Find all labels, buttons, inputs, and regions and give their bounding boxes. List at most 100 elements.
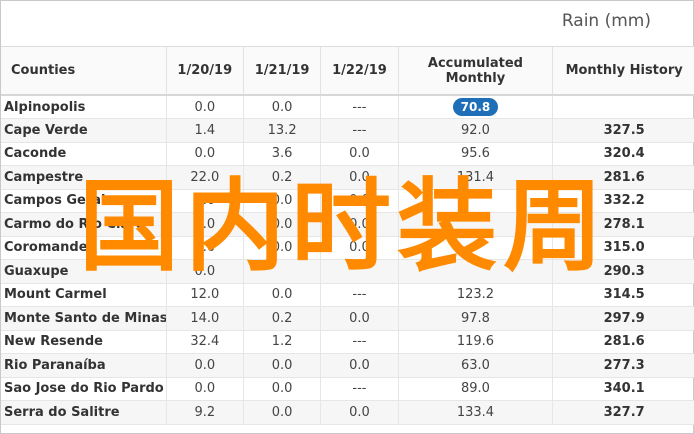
accumulated-cell: 92.0 [398,118,554,143]
table-body: Alpinopolis 0.0 0.0 --- 70.8 Cape Verde 1.4 13.… [1,95,694,425]
table-row: Rio Paranaíba 0.0 0.0 0.0 63.0 277.3 [1,353,694,378]
date-3-cell [320,259,399,284]
column-header-accumulated[interactable]: Accumulated Monthly [398,47,554,96]
date-3-cell: 0.0 [320,212,399,237]
date-2-cell: 3.6 [243,142,322,166]
date-3-cell: 0.0 [320,236,399,260]
county-cell: Carmo do Rio Claro [1,212,167,237]
column-header-date-1[interactable]: 1/20/19 [166,47,244,96]
table-row: Sao Jose do Rio Pardo 0.0 0.0 --- 89.0 340.1 [1,377,694,401]
date-2-cell [243,259,322,284]
county-cell: Serra do Salitre [1,400,167,425]
history-cell: 340.1 [552,377,694,401]
date-3-cell: --- [320,118,399,143]
table-row: Carmo do Rio Claro 0.0 0.0 0.0 278.1 [1,212,694,237]
date-1-cell: 0.0 [166,236,244,260]
accumulated-cell: 70.8 [398,95,554,119]
date-2-cell: 0.0 [243,236,322,260]
accumulated-cell: 63.0 [398,353,554,378]
history-cell: 327.7 [552,400,694,425]
county-cell: Rio Paranaíba [1,353,167,378]
accumulated-cell: 119.6 [398,330,554,354]
date-1-cell: 0.0 [166,259,244,284]
county-cell: New Resende [1,330,167,354]
county-cell: Coromandel [1,236,167,260]
date-2-cell: 0.2 [243,165,322,190]
county-cell: Alpinopolis [1,95,167,119]
county-cell: Sao Jose do Rio Pardo [1,377,167,401]
accumulated-cell: 95.6 [398,142,554,166]
date-3-cell: 0.0 [320,306,399,331]
date-2-cell: 0.0 [243,377,322,401]
history-cell: 315.0 [552,236,694,260]
date-2-cell: 13.2 [243,118,322,143]
accumulated-cell: 123.2 [398,283,554,307]
date-1-cell: 9.2 [166,400,244,425]
county-cell: Guaxupe [1,259,167,284]
history-cell: 297.9 [552,306,694,331]
rain-table: Counties 1/20/19 1/21/19 1/22/19 Accumul… [1,47,694,425]
table-row: Campestre 22.0 0.2 0.0 131.4 281.6 [1,165,694,190]
date-3-cell: 0.0 [320,165,399,190]
county-cell: Campestre [1,165,167,190]
date-1-cell: 12.0 [166,283,244,307]
history-cell: 320.4 [552,142,694,166]
date-1-cell: 0.0 [166,353,244,378]
date-2-cell: 0.0 [243,400,322,425]
column-header-date-3[interactable]: 1/22/19 [320,47,399,96]
date-3-cell: --- [320,95,399,119]
table-row: New Resende 32.4 1.2 --- 119.6 281.6 [1,330,694,354]
column-header-history[interactable]: Monthly History [552,47,694,96]
county-cell: Monte Santo de Minas [1,306,167,331]
history-cell: 327.5 [552,118,694,143]
date-2-cell: 0.2 [243,306,322,331]
table-row: Caconde 0.0 3.6 0.0 95.6 320.4 [1,142,694,166]
date-3-cell: 0.0 [320,400,399,425]
date-1-cell: 14.0 [166,306,244,331]
column-header-date-2[interactable]: 1/21/19 [243,47,322,96]
date-2-cell: 0.0 [243,283,322,307]
date-1-cell: 1.4 [166,118,244,143]
table-header-row: Counties 1/20/19 1/21/19 1/22/19 Accumul… [1,47,694,96]
date-3-cell: 0.0 [320,189,399,213]
history-cell: 278.1 [552,212,694,237]
accumulated-cell: 133.4 [398,400,554,425]
history-cell: 281.6 [552,330,694,354]
date-1-cell: 22.0 [166,165,244,190]
date-1-cell: 32.4 [166,330,244,354]
date-3-cell: --- [320,377,399,401]
table-row: Cape Verde 1.4 13.2 --- 92.0 327.5 [1,118,694,143]
table-row: Campos Gerais 0.0 0.0 0.0 332.2 [1,189,694,213]
history-cell: 332.2 [552,189,694,213]
date-2-cell: 0.0 [243,212,322,237]
date-3-cell: --- [320,283,399,307]
history-cell: 290.3 [552,259,694,284]
county-cell: Cape Verde [1,118,167,143]
accumulated-cell: 131.4 [398,165,554,190]
date-3-cell: 0.0 [320,353,399,378]
accumulated-cell: 89.0 [398,377,554,401]
accumulated-badge: 70.8 [452,98,499,116]
table-row: Guaxupe 0.0 290.3 [1,259,694,284]
history-cell: 314.5 [552,283,694,307]
date-1-cell: 0.0 [166,95,244,119]
accumulated-cell [398,236,554,260]
date-2-cell: 1.2 [243,330,322,354]
date-3-cell: --- [320,330,399,354]
county-cell: Caconde [1,142,167,166]
table-caption: Rain (mm) [561,11,651,31]
county-cell: Campos Gerais [1,189,167,213]
date-1-cell: 0.0 [166,212,244,237]
accumulated-cell: 97.8 [398,306,554,331]
date-1-cell: 0.0 [166,142,244,166]
column-header-counties[interactable]: Counties [1,47,167,96]
history-cell: 281.6 [552,165,694,190]
rain-table-panel: Rain (mm) Counties 1/20/19 1/21/19 1/22/… [0,0,694,434]
table-row: Serra do Salitre 9.2 0.0 0.0 133.4 327.7 [1,400,694,425]
accumulated-cell [398,189,554,213]
table-caption-row: Rain (mm) [1,1,694,47]
date-3-cell: 0.0 [320,142,399,166]
county-cell: Mount Carmel [1,283,167,307]
date-1-cell: 0.0 [166,377,244,401]
table-row: Monte Santo de Minas 14.0 0.2 0.0 97.8 297.9 [1,306,694,331]
